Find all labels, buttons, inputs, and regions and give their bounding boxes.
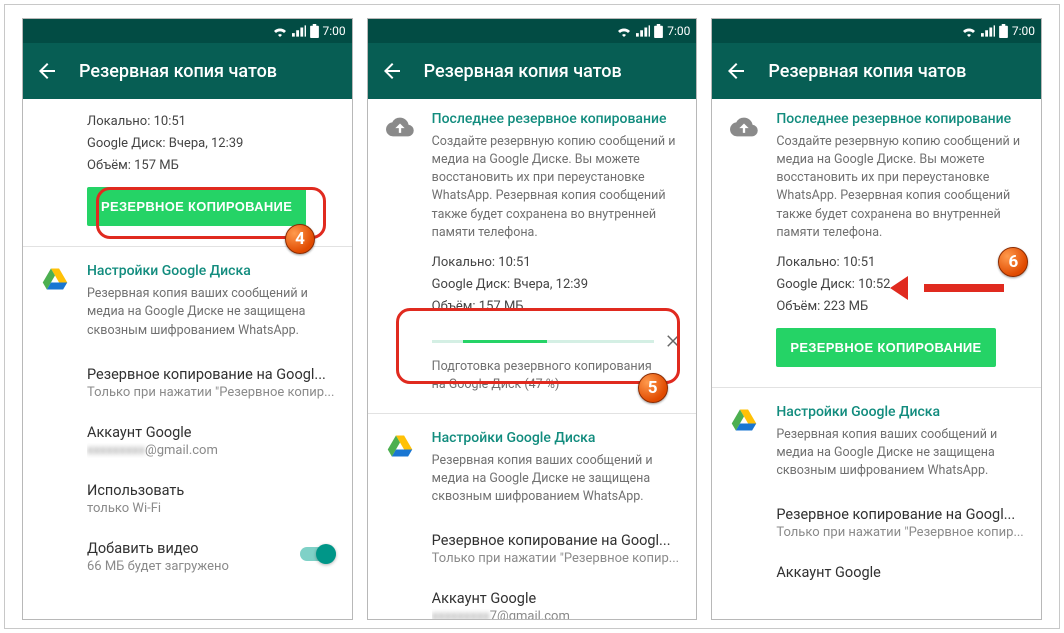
- phone-screen-1: 7:00 Резервная копия чатов Локально: 10:…: [22, 18, 353, 620]
- signal-icon: [981, 25, 995, 37]
- battery-icon: [654, 24, 663, 38]
- gdrive-settings-desc: Резервная копия ваших сообщений и медиа …: [432, 452, 681, 506]
- info-size: Объём: 157 МБ: [87, 155, 336, 177]
- last-backup-section: Последнее резервное копирование Создайте…: [368, 99, 697, 322]
- info-gdrive: Google Диск: Вчера, 12:39: [87, 133, 336, 155]
- info-local: Локально: 10:51: [87, 111, 336, 133]
- setting-backup-to-gdrive[interactable]: Резервное копирование на Googl... Только…: [23, 354, 352, 412]
- google-drive-icon: [41, 265, 69, 293]
- highlight-arrow: [904, 276, 1004, 300]
- wifi-icon: [272, 25, 288, 37]
- backup-button[interactable]: РЕЗЕРВНОЕ КОПИРОВАНИЕ: [87, 187, 306, 226]
- back-icon[interactable]: [724, 59, 748, 83]
- status-time: 7:00: [667, 24, 690, 38]
- cancel-backup-icon[interactable]: [664, 332, 682, 350]
- last-backup-section: Последнее резервное копирование Создайте…: [712, 99, 1041, 383]
- setting-include-video[interactable]: Добавить видео 66 МБ будет загружено: [23, 528, 352, 586]
- last-backup-desc: Создайте резервную копию сообщений и мед…: [776, 133, 1025, 242]
- last-backup-header: Последнее резервное копирование: [432, 111, 681, 127]
- wifi-icon: [616, 25, 632, 37]
- app-bar-title: Резервная копия чатов: [79, 61, 277, 82]
- gdrive-settings-desc: Резервная копия ваших сообщений и медиа …: [87, 285, 336, 339]
- app-bar-title: Резервная копия чатов: [768, 61, 966, 82]
- info-local: Локально: 10:51: [776, 252, 1025, 274]
- badge-4: 4: [285, 224, 315, 254]
- app-bar-title: Резервная копия чатов: [424, 61, 622, 82]
- gdrive-settings-section: Настройки Google Диска Резервная копия в…: [368, 418, 697, 520]
- back-icon[interactable]: [35, 59, 59, 83]
- setting-backup-to-gdrive[interactable]: Резервное копирование на Googl... Только…: [712, 494, 1041, 552]
- gdrive-settings-section: Настройки Google Диска Резервная копия в…: [712, 392, 1041, 494]
- progress-bar: [432, 340, 655, 343]
- setting-google-account[interactable]: Аккаунт Google xxxxxxxxx7@gmail.com: [368, 578, 697, 619]
- backup-button[interactable]: РЕЗЕРВНОЕ КОПИРОВАНИЕ: [776, 328, 995, 367]
- info-local: Локально: 10:51: [432, 252, 681, 274]
- cloud-upload-icon: [730, 113, 758, 141]
- setting-google-account[interactable]: Аккаунт Google xxxxxxxxx@gmail.com: [23, 412, 352, 470]
- video-toggle[interactable]: [300, 544, 336, 564]
- gdrive-settings-header: Настройки Google Диска: [776, 404, 1025, 420]
- badge-5: 5: [638, 373, 668, 403]
- phone-screen-2: 7:00 Резервная копия чатов Последнее рез…: [367, 18, 698, 620]
- signal-icon: [292, 25, 306, 37]
- setting-google-account[interactable]: Аккаунт Google: [712, 552, 1041, 593]
- status-time: 7:00: [1012, 24, 1035, 38]
- app-bar: Резервная копия чатов: [712, 43, 1041, 99]
- setting-network[interactable]: Использовать только Wi-Fi: [23, 470, 352, 528]
- status-bar: 7:00: [712, 19, 1041, 43]
- wifi-icon: [961, 25, 977, 37]
- last-backup-header: Последнее резервное копирование: [776, 111, 1025, 127]
- status-time: 7:00: [323, 24, 346, 38]
- status-bar: 7:00: [23, 19, 352, 43]
- gdrive-settings-header: Настройки Google Диска: [87, 263, 336, 279]
- last-backup-desc: Создайте резервную копию сообщений и мед…: [432, 133, 681, 242]
- google-drive-icon: [386, 432, 414, 460]
- phone-screen-3: 7:00 Резервная копия чатов Последнее рез…: [711, 18, 1042, 620]
- gdrive-settings-header: Настройки Google Диска: [432, 430, 681, 446]
- gdrive-settings-section: Настройки Google Диска Резервная копия в…: [23, 251, 352, 353]
- gdrive-settings-desc: Резервная копия ваших сообщений и медиа …: [776, 426, 1025, 480]
- cloud-upload-icon: [386, 113, 414, 141]
- back-icon[interactable]: [380, 59, 404, 83]
- setting-backup-to-gdrive[interactable]: Резервное копирование на Googl... Только…: [368, 520, 697, 578]
- signal-icon: [636, 25, 650, 37]
- battery-icon: [999, 24, 1008, 38]
- google-drive-icon: [730, 406, 758, 434]
- info-size: Объём: 157 МБ: [432, 296, 681, 318]
- info-gdrive: Google Диск: Вчера, 12:39: [432, 274, 681, 296]
- app-bar: Резервная копия чатов: [23, 43, 352, 99]
- backup-info-section: Локально: 10:51 Google Диск: Вчера, 12:3…: [23, 99, 352, 242]
- battery-icon: [310, 24, 319, 38]
- status-bar: 7:00: [368, 19, 697, 43]
- app-bar: Резервная копия чатов: [368, 43, 697, 99]
